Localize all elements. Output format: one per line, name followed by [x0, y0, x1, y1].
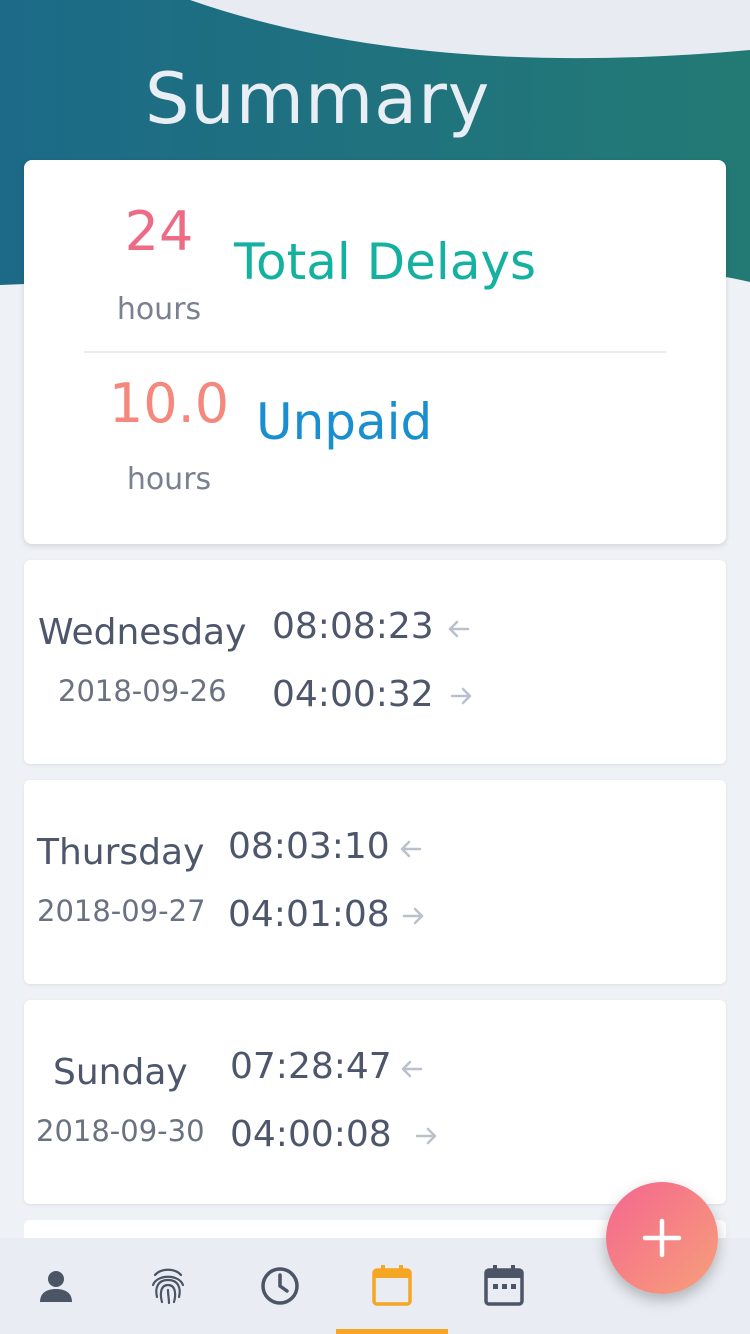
day-date: 2018-09-27 [37, 894, 206, 928]
check-out-time: 04:01:08 [228, 894, 390, 935]
unpaid-label: Unpaid [256, 393, 433, 451]
nav-profile[interactable] [0, 1238, 112, 1334]
nav-schedule[interactable] [448, 1238, 560, 1334]
arrow-right-icon [415, 1127, 437, 1145]
person-icon [40, 1271, 72, 1302]
clock-icon [261, 1267, 299, 1305]
check-in-time: 08:08:23 [272, 606, 434, 647]
day-card[interactable]: Wednesday 2018-09-26 08:08:23 04:00:32 [24, 560, 726, 764]
nav-fingerprint[interactable] [112, 1238, 224, 1334]
summary-card: 24 hours Total Delays 10.0 hours Unpaid [24, 160, 726, 544]
day-name: Sunday [53, 1052, 188, 1093]
day-card[interactable]: Thursday 2018-09-27 08:03:10 04:01:08 [24, 780, 726, 984]
plus-icon [642, 1218, 682, 1258]
add-button[interactable] [606, 1182, 718, 1294]
unpaid-value: 10.0 [108, 372, 230, 435]
calendar-icon [372, 1265, 412, 1306]
page-title: Summary [145, 58, 491, 140]
day-name: Thursday [37, 832, 205, 873]
day-card[interactable]: Sunday 2018-09-30 07:28:47 04:00:08 [24, 1000, 726, 1204]
unpaid-unit: hours [126, 462, 212, 497]
summary-divider [84, 351, 666, 353]
nav-calendar-active[interactable] [336, 1238, 448, 1334]
day-date: 2018-09-30 [36, 1114, 205, 1148]
total-delays-row: 24 hours Total Delays [24, 200, 726, 370]
arrow-left-icon [400, 840, 422, 858]
day-date: 2018-09-26 [58, 674, 227, 708]
arrow-right-icon [450, 687, 472, 705]
check-in-time: 08:03:10 [228, 826, 390, 867]
arrow-left-icon [448, 620, 470, 638]
check-in-time: 07:28:47 [230, 1046, 392, 1087]
total-delays-unit: hours [116, 292, 202, 327]
nav-active-indicator [336, 1329, 448, 1334]
check-out-time: 04:00:32 [272, 674, 434, 715]
arrow-right-icon [402, 907, 424, 925]
unpaid-row: 10.0 hours Unpaid [24, 372, 726, 542]
total-delays-value: 24 [124, 200, 194, 263]
day-name: Wednesday [38, 612, 247, 653]
check-out-time: 04:00:08 [230, 1114, 392, 1155]
total-delays-label: Total Delays [234, 233, 537, 291]
fingerprint-icon [151, 1268, 185, 1305]
arrow-left-icon [401, 1060, 423, 1078]
nav-history[interactable] [224, 1238, 336, 1334]
calendar-grid-icon [484, 1265, 524, 1306]
